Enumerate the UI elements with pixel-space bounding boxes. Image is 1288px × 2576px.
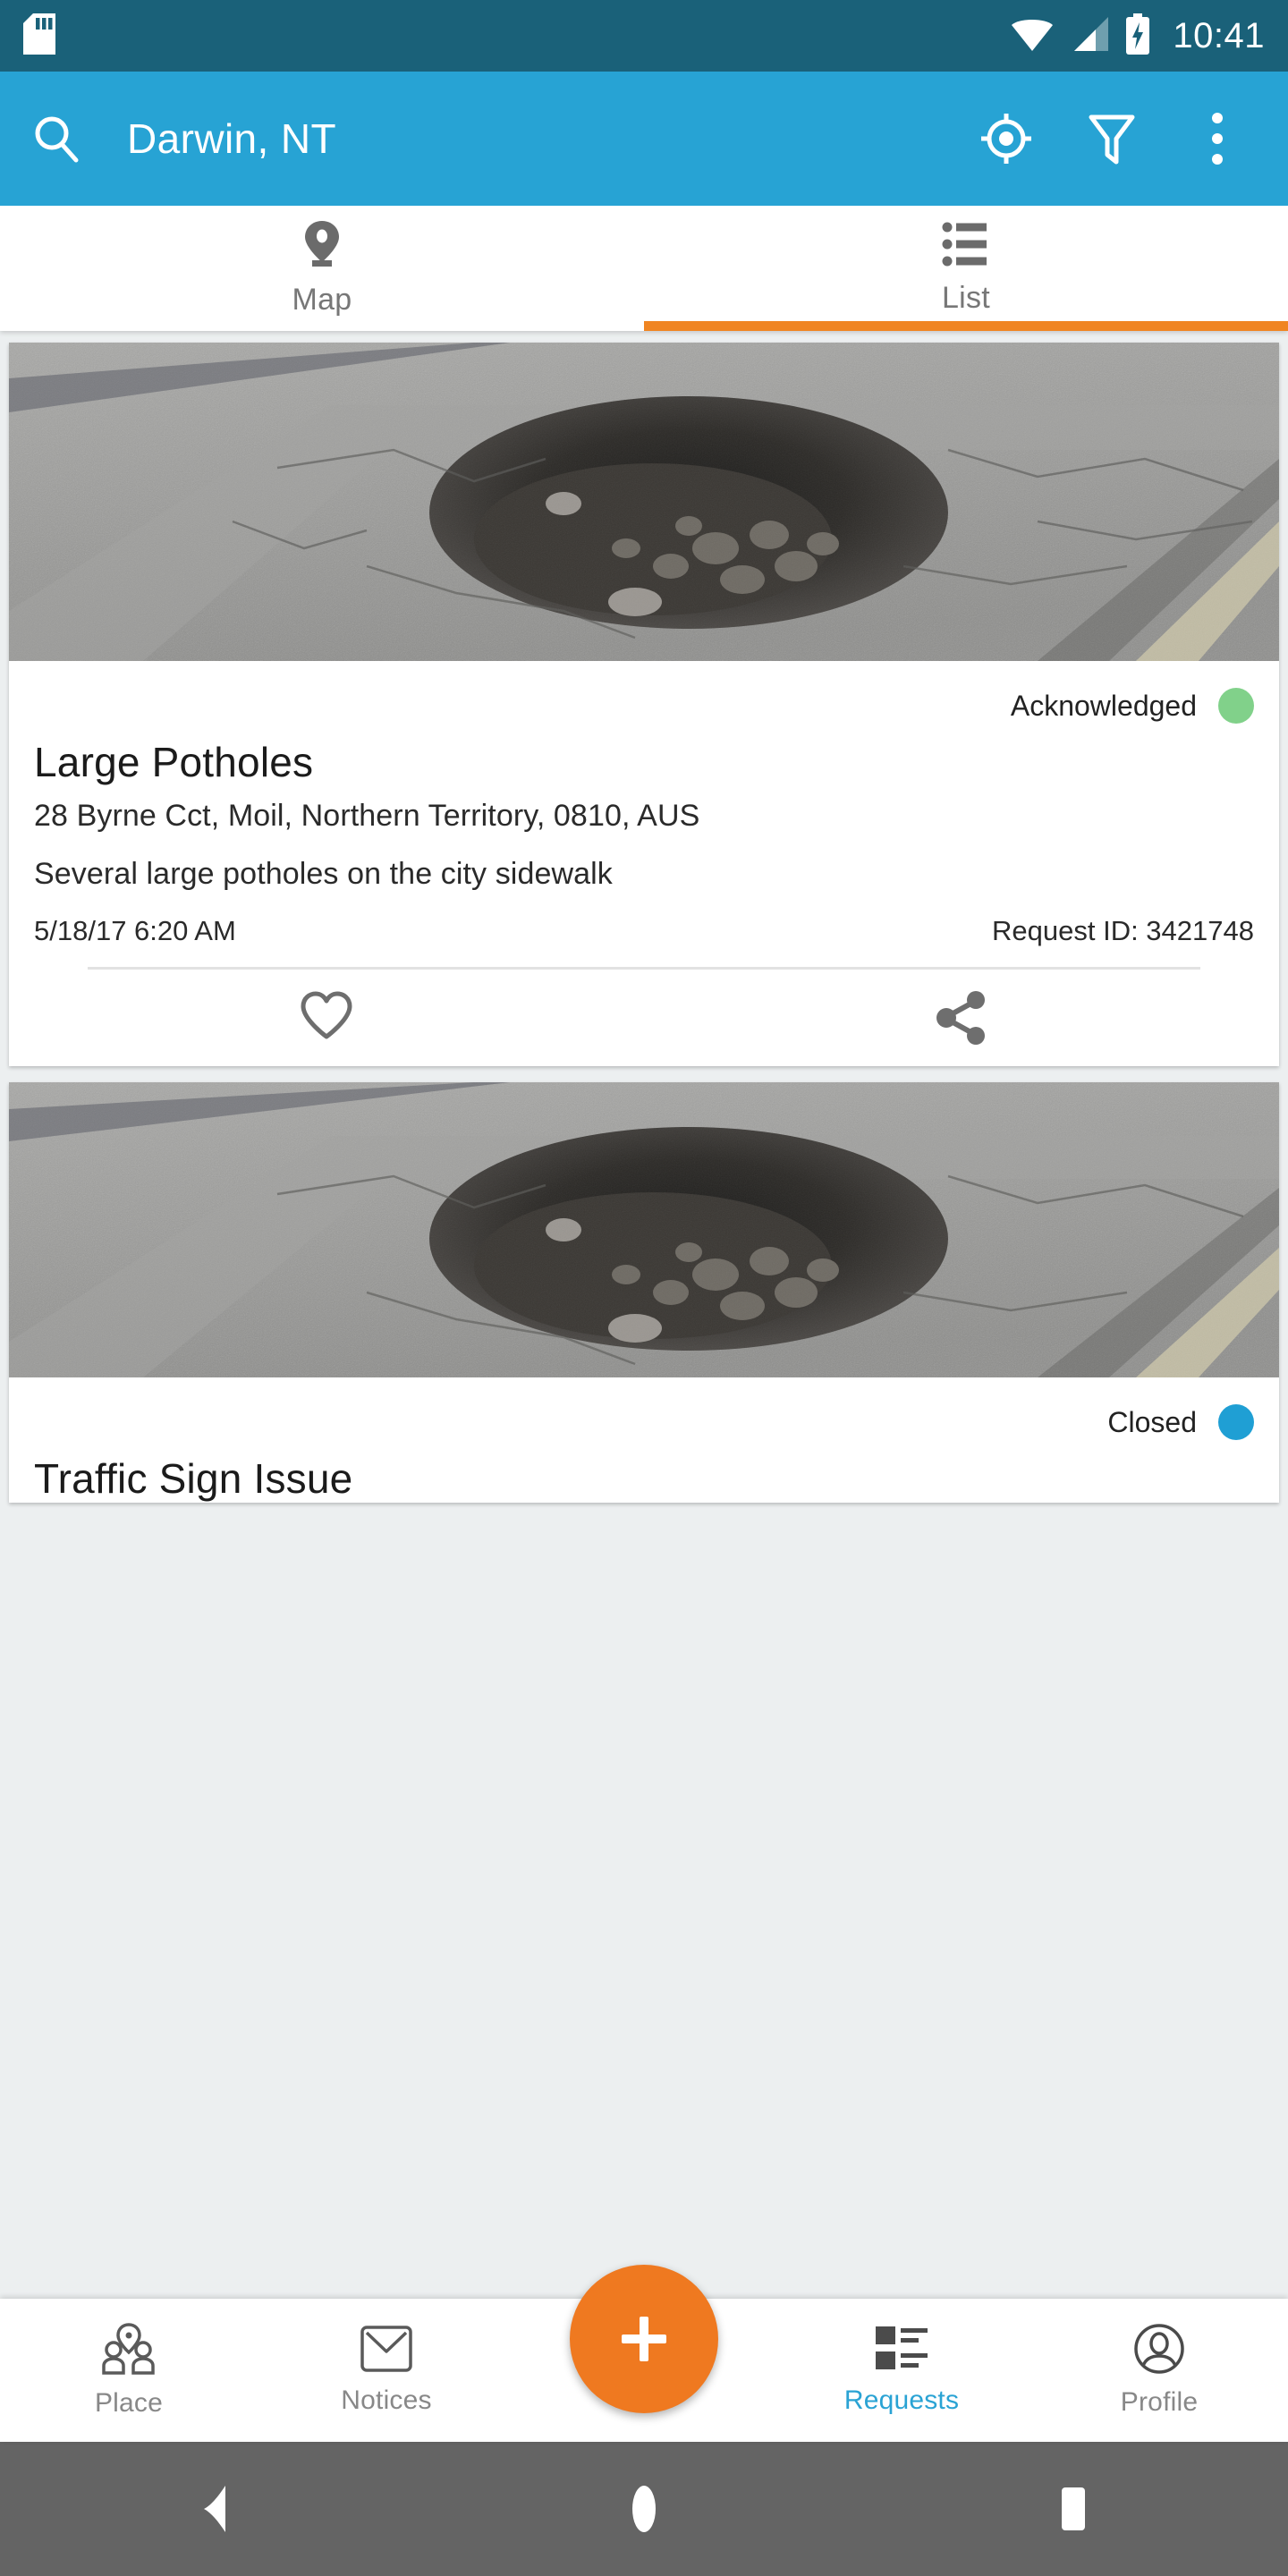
back-button[interactable] — [143, 2442, 286, 2576]
pothole-photo — [9, 343, 1279, 661]
recents-button[interactable] — [1002, 2442, 1145, 2576]
requests-list-icon — [874, 2325, 929, 2377]
home-circle-icon — [632, 2486, 656, 2532]
place-people-icon — [100, 2322, 157, 2380]
app-root: 10:41 Darwin, NT Map List Acknowledged L… — [0, 0, 1288, 2576]
sd-card-icon — [23, 13, 55, 59]
filter-icon[interactable] — [1082, 109, 1141, 168]
requests-list[interactable]: Acknowledged Large Potholes 28 Byrne Cct… — [0, 331, 1288, 2299]
profile-circle-icon — [1133, 2323, 1185, 2379]
nav-item-notices[interactable]: Notices — [258, 2299, 515, 2442]
request-address: 28 Byrne Cct, Moil, Northern Territory, … — [34, 799, 700, 833]
bottom-navigation: Place Notices Requests Profile — [0, 2265, 1288, 2442]
tab-active-indicator — [644, 321, 1288, 331]
status-bar-left — [23, 13, 55, 59]
nav-fab-slot — [515, 2265, 773, 2442]
recents-square-icon — [1062, 2487, 1085, 2530]
app-bar-title: Darwin, NT — [127, 115, 337, 162]
pothole-photo — [9, 1082, 1279, 1377]
nav-item-requests[interactable]: Requests — [773, 2299, 1030, 2442]
heart-outline-icon — [299, 990, 354, 1046]
map-pin-icon — [301, 219, 343, 274]
request-timestamp: 5/18/17 6:20 AM — [34, 915, 236, 946]
status-dot — [1218, 1404, 1254, 1440]
home-button[interactable] — [572, 2442, 716, 2576]
more-vertical-icon[interactable] — [1188, 109, 1247, 168]
app-bar: Darwin, NT — [0, 72, 1288, 206]
app-bar-actions — [977, 109, 1261, 168]
plus-icon — [622, 2317, 666, 2361]
android-system-nav — [0, 2442, 1288, 2576]
tab-list-label: List — [941, 281, 991, 315]
tab-map[interactable]: Map — [0, 206, 644, 331]
request-card[interactable]: Acknowledged Large Potholes 28 Byrne Cct… — [9, 343, 1279, 1066]
request-card[interactable]: Closed Traffic Sign Issue — [9, 1082, 1279, 1503]
cellular-signal-icon — [1069, 15, 1110, 57]
nav-label-requests: Requests — [843, 2385, 960, 2415]
request-id: Request ID: 3421748 — [992, 915, 1254, 946]
request-title: Traffic Sign Issue — [34, 1455, 353, 1502]
status-label: Acknowledged — [1010, 689, 1197, 722]
tab-map-label: Map — [292, 283, 352, 317]
status-badge: Closed — [34, 1397, 1254, 1447]
share-icon — [936, 991, 985, 1045]
request-title: Large Potholes — [34, 739, 314, 785]
my-location-icon[interactable] — [977, 109, 1036, 168]
nav-item-place[interactable]: Place — [0, 2299, 258, 2442]
envelope-icon — [360, 2325, 413, 2377]
request-card-body: Acknowledged Large Potholes 28 Byrne Cct… — [9, 661, 1279, 970]
nav-label-notices: Notices — [341, 2385, 432, 2415]
status-label: Closed — [1107, 1405, 1197, 1438]
list-icon — [942, 221, 990, 272]
tab-list[interactable]: List — [644, 206, 1288, 331]
request-meta: 5/18/17 6:20 AM Request ID: 3421748 — [34, 915, 1254, 947]
status-bar: 10:41 — [0, 0, 1288, 72]
status-badge: Acknowledged — [34, 681, 1254, 731]
back-triangle-icon — [204, 2486, 225, 2532]
request-card-body: Closed Traffic Sign Issue — [9, 1377, 1279, 1503]
status-bar-right: 10:41 — [1010, 13, 1265, 59]
status-bar-clock: 10:41 — [1173, 15, 1265, 55]
wifi-icon — [1010, 15, 1055, 57]
share-button[interactable] — [644, 970, 1279, 1066]
search-icon[interactable] — [27, 109, 86, 168]
request-description: Several large potholes on the city sidew… — [34, 857, 613, 891]
nav-item-profile[interactable]: Profile — [1030, 2299, 1288, 2442]
status-dot — [1218, 688, 1254, 724]
battery-charging-icon — [1124, 13, 1151, 59]
favorite-button[interactable] — [9, 970, 644, 1066]
card-actions — [9, 970, 1279, 1066]
nav-label-profile: Profile — [1120, 2387, 1199, 2417]
nav-label-place: Place — [94, 2388, 164, 2418]
tab-bar: Map List — [0, 206, 1288, 331]
